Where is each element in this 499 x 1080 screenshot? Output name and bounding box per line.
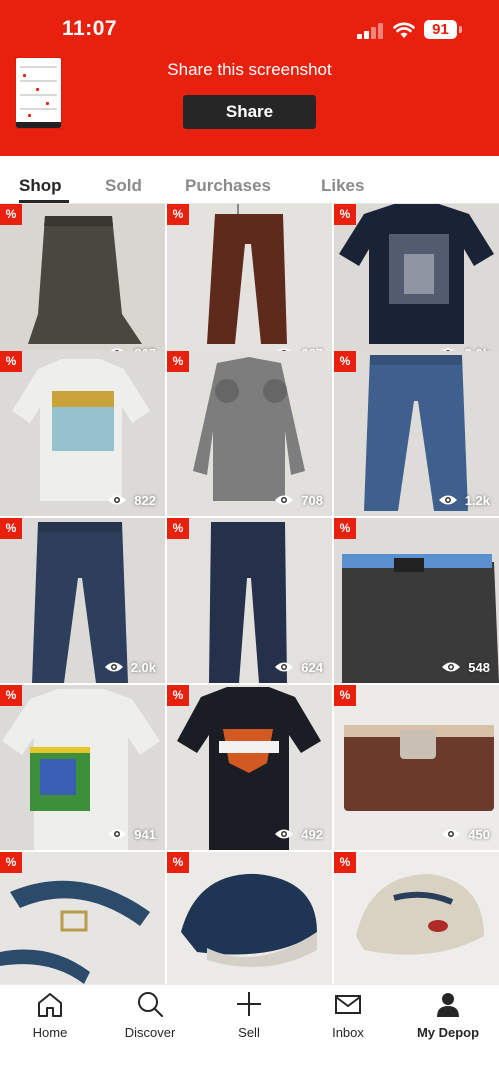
wifi-icon [393,21,415,39]
product-tile[interactable]: % [167,852,332,984]
home-icon [36,990,64,1018]
share-banner: 11:07 91 Share this screenshot Share [0,0,499,156]
nav-home-label: Home [32,1025,68,1040]
mail-icon [334,990,362,1018]
view-count: 624 [274,659,323,675]
tab-sold[interactable]: Sold [105,176,142,196]
view-count: 941 [107,826,156,842]
discount-badge: % [0,351,22,372]
view-count-value: 941 [134,826,156,842]
product-tile[interactable]: % 822 [0,351,165,516]
nav-sell-label: Sell [238,1025,260,1040]
product-grid: % 867 % 687 % 2.0k [0,204,499,984]
discount-badge: % [167,518,189,539]
product-tile[interactable]: % 2.0k [334,204,499,369]
view-count-value: 624 [301,659,323,675]
status-time: 11:07 [62,17,118,40]
profile-tabs: Shop Sold Purchases Likes [0,170,499,204]
product-photo-abercrombie-cap [356,874,484,955]
eye-icon [438,494,458,506]
nav-discover[interactable]: Discover [100,985,200,1055]
product-tile[interactable]: % 1.2k [334,351,499,516]
product-tile[interactable]: % 708 [167,351,332,516]
product-tile[interactable]: % 941 [0,685,165,850]
bottom-nav: Home Discover Sell Inbox My Depop [0,984,499,1080]
discount-badge: % [167,852,189,873]
nav-inbox-label: Inbox [332,1025,364,1040]
eye-icon [274,494,294,506]
product-photo-cap [181,873,317,968]
view-count: 708 [274,492,323,508]
nav-inbox[interactable]: Inbox [298,985,398,1055]
tab-purchases[interactable]: Purchases [185,176,271,196]
product-tile[interactable]: % 548 [334,518,499,683]
status-bar: 11:07 91 [0,0,499,56]
plus-icon [235,990,263,1018]
battery-level: 91 [424,20,457,39]
share-title: Share this screenshot [167,60,332,79]
view-count: 548 [441,659,490,675]
eye-icon [107,494,127,506]
discount-badge: % [167,204,189,225]
discount-badge: % [334,351,356,372]
profile-icon [434,990,462,1018]
view-count-value: 708 [301,492,323,508]
eye-icon [107,828,127,840]
eye-icon [104,661,124,673]
view-count-value: 492 [301,826,323,842]
view-count: 822 [107,492,156,508]
view-count-value: 450 [468,826,490,842]
product-tile[interactable]: % [0,852,165,984]
search-icon [136,990,164,1018]
discount-badge: % [334,685,356,706]
nav-home[interactable]: Home [0,985,100,1055]
tab-likes[interactable]: Likes [321,176,364,196]
discount-badge: % [334,204,356,225]
product-tile[interactable]: % [334,852,499,984]
product-photo-belt [0,880,150,984]
cellular-signal-icon [357,23,385,39]
product-tile[interactable]: % 687 [167,204,332,369]
product-tile[interactable]: % 867 [0,204,165,369]
tab-shop[interactable]: Shop [19,176,62,196]
view-count-value: 2.0k [130,659,156,675]
product-tile[interactable]: % 2.0k [0,518,165,683]
product-tile[interactable]: % 624 [167,518,332,683]
view-count-value: 548 [468,659,490,675]
discount-badge: % [167,351,189,372]
nav-my-depop-label: My Depop [416,1025,480,1040]
view-count: 2.0k [104,659,156,675]
battery-icon: 91 [424,20,462,39]
discount-badge: % [0,685,22,706]
discount-badge: % [0,204,22,225]
nav-my-depop[interactable]: My Depop [398,985,498,1055]
view-count-value: 1.2k [464,492,490,508]
product-tile[interactable]: % 492 [167,685,332,850]
share-button[interactable]: Share [183,95,316,129]
eye-icon [274,661,294,673]
discount-badge: % [334,518,356,539]
nav-sell[interactable]: Sell [199,985,299,1055]
eye-icon [441,661,461,673]
discount-badge: % [334,852,356,873]
view-count-value: 822 [134,492,156,508]
view-count: 450 [441,826,490,842]
discount-badge: % [0,518,22,539]
nav-discover-label: Discover [124,1025,176,1040]
view-count: 1.2k [438,492,490,508]
eye-icon [274,828,294,840]
discount-badge: % [0,852,22,873]
product-tile[interactable]: % 450 [334,685,499,850]
eye-icon [441,828,461,840]
view-count: 492 [274,826,323,842]
discount-badge: % [167,685,189,706]
